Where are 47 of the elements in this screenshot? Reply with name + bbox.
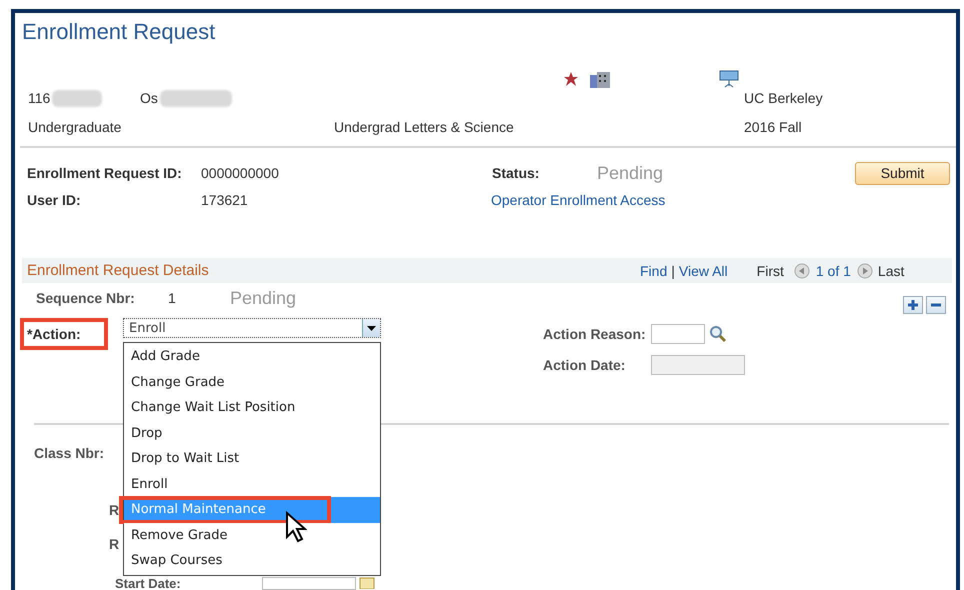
submit-button[interactable]: Submit <box>855 162 950 184</box>
field-value: 1 <box>168 290 176 306</box>
action-label: *Action: <box>20 318 108 350</box>
field-label: Action Date: <box>543 357 626 373</box>
remove-row-button[interactable] <box>926 296 946 314</box>
term: 2016 Fall <box>744 119 802 135</box>
start-date-field[interactable] <box>262 577 356 590</box>
separator: | <box>671 262 675 278</box>
field-label: Enrollment Request ID: <box>27 165 182 181</box>
caret-icon <box>367 326 376 330</box>
section-title: Enrollment Request Details <box>27 262 209 279</box>
field-value: 173621 <box>201 192 248 208</box>
next-icon[interactable] <box>856 262 873 278</box>
first-label: First <box>756 262 784 278</box>
field-label: R <box>109 502 120 518</box>
field-label: Start Date: <box>115 577 181 590</box>
status-value: Pending <box>597 162 664 184</box>
search-icon[interactable] <box>709 325 727 343</box>
plus-icon <box>907 299 919 311</box>
field-label: Class Nbr: <box>34 445 104 461</box>
career: Undergraduate <box>28 119 122 135</box>
field-label: Action Reason: <box>543 326 646 342</box>
blurred-text <box>52 90 102 106</box>
view-all-link[interactable]: View All <box>678 262 728 278</box>
operator-access-link[interactable]: Operator Enrollment Access <box>491 192 666 208</box>
field-label: Status: <box>492 165 540 181</box>
pointer-cursor-icon <box>285 511 307 543</box>
find-link[interactable]: Find <box>640 262 668 278</box>
building-icon[interactable] <box>589 70 611 88</box>
field-label: Sequence Nbr: <box>36 290 135 306</box>
field-value: 0000000000 <box>201 165 279 181</box>
page-title: Enrollment Request <box>22 19 216 46</box>
institution: UC Berkeley <box>744 90 823 106</box>
student-name: Os <box>140 90 158 106</box>
page-count: 1 of 1 <box>816 262 851 278</box>
star-icon[interactable] <box>563 71 579 87</box>
program: Undergrad Letters & Science <box>334 119 514 135</box>
previous-icon[interactable] <box>794 262 810 278</box>
action-reason-field[interactable] <box>651 324 705 344</box>
action-select[interactable]: Enroll <box>123 318 381 338</box>
field-label: User ID: <box>27 192 81 208</box>
status-value: Pending <box>230 288 296 308</box>
add-row-button[interactable] <box>903 296 923 314</box>
presentation-screen-icon[interactable] <box>719 70 739 88</box>
last-label: Last <box>878 262 904 278</box>
field-label: R <box>109 536 120 552</box>
student-id: 116 <box>28 90 50 106</box>
